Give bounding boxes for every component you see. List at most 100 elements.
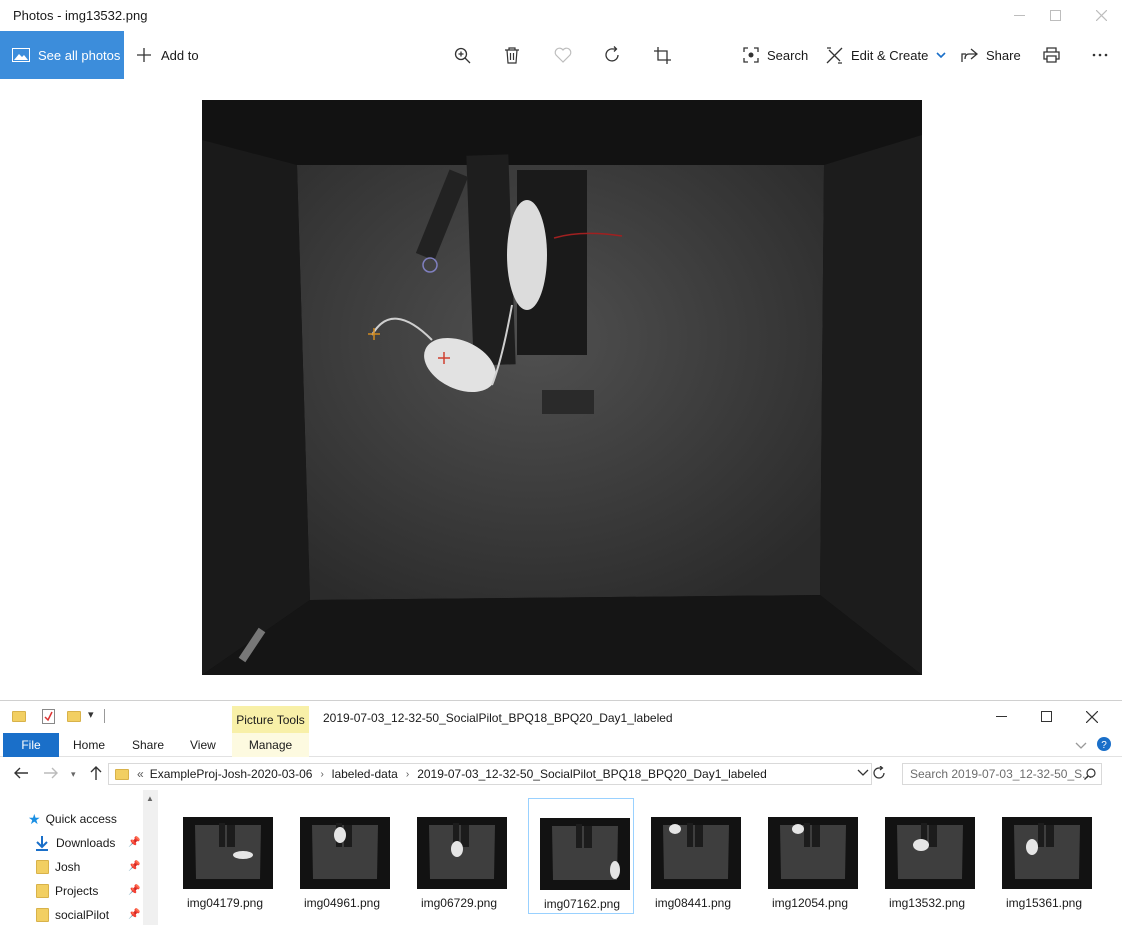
share-label: Share	[986, 47, 1021, 63]
photos-window-title: Photos - img13532.png	[13, 8, 148, 23]
explorer-search-input[interactable]: Search 2019-07-03_12-32-50_S...	[902, 763, 1102, 785]
help-icon[interactable]: ?	[1097, 737, 1111, 756]
photo-gallery-icon	[12, 48, 30, 62]
pin-icon[interactable]: 📌	[128, 909, 140, 920]
recent-locations-chevron-icon[interactable]: ▾	[71, 769, 76, 780]
zoom-in-icon	[454, 47, 471, 63]
file-item[interactable]: img12054.png	[757, 798, 863, 914]
tab-file[interactable]: File	[3, 733, 59, 757]
see-all-photos-label: See all photos	[38, 47, 121, 63]
address-dropdown-icon[interactable]	[857, 766, 869, 780]
download-arrow-icon	[36, 836, 48, 851]
breadcrumb-segment-labeled-data[interactable]: labeled-data	[332, 767, 398, 781]
tab-home[interactable]: Home	[73, 733, 105, 757]
tab-manage[interactable]: Manage	[232, 733, 309, 757]
file-item[interactable]: img08441.png	[640, 798, 746, 914]
see-all-photos-button[interactable]: See all photos	[0, 31, 124, 79]
file-item[interactable]: img07162.png	[528, 798, 634, 914]
edit-create-button[interactable]: Edit & Create	[826, 31, 946, 79]
file-name: img04179.png	[186, 896, 264, 910]
more-options-button[interactable]	[1092, 31, 1108, 79]
breadcrumb-separator-icon[interactable]: ›	[406, 769, 409, 780]
new-folder-icon[interactable]	[67, 711, 81, 722]
scroll-up-arrow-icon[interactable]: ▲	[146, 794, 154, 803]
navigation-pane: ★ Quick access Downloads 📌 Josh 📌 Projec…	[0, 790, 160, 925]
file-item[interactable]: img15361.png	[991, 798, 1097, 914]
breadcrumb-segment-current-folder[interactable]: 2019-07-03_12-32-50_SocialPilot_BPQ18_BP…	[417, 767, 767, 781]
image-thumbnail	[183, 817, 273, 889]
file-item[interactable]: img04179.png	[172, 798, 278, 914]
rotate-button[interactable]	[604, 31, 622, 79]
nav-item-label: Josh	[55, 860, 81, 874]
file-item[interactable]: img06729.png	[406, 798, 512, 914]
properties-checkmark-icon[interactable]	[42, 709, 55, 729]
nav-scrollbar[interactable]: ▲	[143, 790, 158, 925]
image-thumbnail	[1002, 817, 1092, 889]
pin-icon[interactable]: 📌	[128, 861, 140, 872]
file-name: img06729.png	[420, 896, 498, 910]
file-name: img07162.png	[543, 897, 621, 911]
file-item[interactable]: img04961.png	[289, 798, 395, 914]
pin-icon[interactable]: 📌	[128, 885, 140, 896]
refresh-icon[interactable]	[872, 765, 886, 785]
add-to-button[interactable]: Add to	[136, 31, 199, 79]
close-button[interactable]	[1078, 0, 1122, 31]
file-name: img12054.png	[771, 896, 849, 910]
zoom-button[interactable]	[454, 31, 471, 79]
file-explorer-window: ▾ Picture Tools 2019-07-03_12-32-50_Soci…	[0, 700, 1122, 925]
crop-icon	[654, 46, 671, 64]
folder-icon	[115, 768, 129, 780]
favorite-button[interactable]	[554, 31, 572, 79]
image-thumbnail	[768, 817, 858, 889]
photos-toolbar: See all photos Add to Search Edit & Crea…	[0, 31, 1122, 79]
explorer-window-title: 2019-07-03_12-32-50_SocialPilot_BPQ18_BP…	[323, 711, 673, 725]
share-button[interactable]: Share	[961, 31, 1021, 79]
crop-button[interactable]	[654, 31, 671, 79]
plus-icon	[137, 48, 151, 62]
print-button[interactable]	[1043, 31, 1060, 79]
folder-icon	[36, 860, 49, 874]
rotate-icon	[605, 46, 619, 62]
explorer-minimize-button[interactable]	[978, 701, 1024, 732]
search-icon	[1084, 768, 1096, 783]
tab-share[interactable]: Share	[132, 733, 164, 757]
pin-icon[interactable]: 📌	[128, 837, 140, 848]
printer-icon	[1043, 47, 1060, 63]
search-button[interactable]: Search	[743, 31, 808, 79]
image-thumbnail	[540, 818, 630, 890]
photos-title-bar: Photos - img13532.png	[0, 0, 1122, 31]
maximize-icon	[1040, 711, 1052, 722]
photo-viewer-image	[202, 100, 922, 675]
back-arrow-icon[interactable]	[13, 766, 29, 785]
breadcrumb-overflow[interactable]: «	[137, 767, 144, 781]
search-placeholder: Search 2019-07-03_12-32-50_S...	[910, 767, 1093, 781]
title-divider	[104, 709, 105, 723]
breadcrumb-separator-icon[interactable]: ›	[320, 769, 323, 780]
tab-view[interactable]: View	[190, 733, 216, 757]
up-arrow-icon[interactable]	[89, 765, 103, 786]
address-bar[interactable]: « ExampleProj-Josh-2020-03-06 › labeled-…	[108, 763, 872, 785]
close-icon	[1095, 10, 1107, 21]
nav-quick-access-label: Quick access	[45, 812, 117, 826]
svg-text:?: ?	[1101, 740, 1107, 751]
delete-button[interactable]	[504, 31, 520, 79]
chevron-down-icon	[936, 52, 946, 58]
quick-access-toolbar-dropdown-icon[interactable]: ▾	[88, 708, 94, 721]
file-name: img15361.png	[1005, 896, 1083, 910]
maximize-button[interactable]	[1032, 0, 1078, 31]
explorer-close-button[interactable]	[1069, 701, 1115, 732]
file-name: img13532.png	[888, 896, 966, 910]
image-thumbnail	[651, 817, 741, 889]
breadcrumb-segment-project[interactable]: ExampleProj-Josh-2020-03-06	[150, 767, 313, 781]
search-label: Search	[767, 47, 809, 63]
expand-ribbon-chevron-icon[interactable]	[1075, 737, 1087, 755]
star-icon: ★	[28, 810, 41, 827]
picture-tools-contextual-tab: Picture Tools	[232, 706, 309, 733]
file-item[interactable]: img13532.png	[874, 798, 980, 914]
explorer-maximize-button[interactable]	[1023, 701, 1069, 732]
edit-create-label: Edit & Create	[851, 47, 929, 63]
trash-icon	[505, 46, 519, 64]
forward-arrow-icon[interactable]	[43, 766, 59, 785]
nav-item-label: Projects	[55, 884, 99, 898]
close-icon	[1086, 710, 1098, 723]
